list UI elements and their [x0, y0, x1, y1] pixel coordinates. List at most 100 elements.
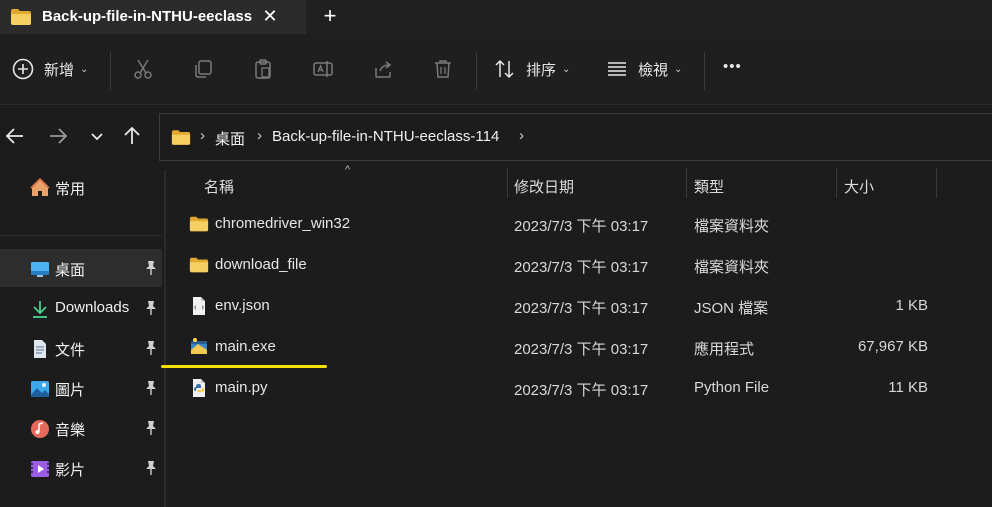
share-icon[interactable]	[372, 58, 394, 80]
file-name: env.json	[215, 297, 270, 314]
navigation-pane: 常用 桌面 Downloads 文件 圖片 音樂 影片	[0, 164, 164, 507]
file-date: 2023/7/3 下午 03:17	[514, 382, 649, 399]
toolbar-divider	[476, 52, 477, 90]
new-tab-button[interactable]: +	[318, 4, 342, 28]
sidebar-item-music[interactable]: 音樂	[0, 409, 162, 447]
pin-icon[interactable]	[144, 300, 158, 316]
python-file-icon	[193, 379, 205, 397]
file-list: ^ 名稱 修改日期 類型 大小 chromedriver_win32 2023/…	[166, 164, 992, 507]
cut-icon[interactable]	[132, 58, 154, 80]
view-button-label: 檢視	[638, 61, 669, 79]
copy-icon[interactable]	[192, 58, 214, 80]
file-row-chromedriver[interactable]: chromedriver_win32 2023/7/3 下午 03:17 檔案資…	[166, 204, 992, 244]
new-button-label: 新增	[44, 61, 75, 79]
desktop-icon	[31, 262, 49, 277]
highlight-underline	[161, 365, 327, 368]
sidebar-item-label: 音樂	[55, 422, 86, 439]
file-type: 應用程式	[694, 341, 755, 358]
new-button[interactable]: 新增 ⌄	[12, 58, 88, 80]
music-icon	[31, 420, 49, 438]
column-divider[interactable]	[836, 168, 837, 198]
pin-icon[interactable]	[144, 340, 158, 356]
file-name: download_file	[215, 256, 307, 273]
sort-button[interactable]: 排序 ⌄	[494, 58, 570, 80]
sidebar-item-label: 圖片	[55, 382, 86, 399]
sidebar-item-label: 常用	[55, 181, 86, 198]
videos-icon	[31, 461, 49, 477]
view-list-icon	[608, 62, 626, 76]
active-tab[interactable]: Back-up-file-in-NTHU-eeclass ✕	[0, 0, 306, 34]
chevron-down-icon: ⌄	[80, 63, 89, 75]
address-bar[interactable]: › 桌面 › Back-up-file-in-NTHU-eeclass-114 …	[159, 113, 992, 161]
sidebar-item-videos[interactable]: 影片	[0, 449, 162, 487]
breadcrumb-chevron-icon[interactable]: ›	[257, 127, 262, 144]
document-icon	[34, 340, 46, 358]
column-divider[interactable]	[936, 168, 937, 198]
tab-bar: Back-up-file-in-NTHU-eeclass ✕ +	[0, 0, 992, 34]
file-date: 2023/7/3 下午 03:17	[514, 300, 649, 317]
up-arrow-icon[interactable]	[121, 125, 143, 147]
file-row-main-exe[interactable]: main.exe 2023/7/3 下午 03:17 應用程式 67,967 K…	[166, 327, 992, 367]
pin-icon[interactable]	[144, 420, 158, 436]
file-row-env-json[interactable]: env.json 2023/7/3 下午 03:17 JSON 檔案 1 KB	[166, 286, 992, 326]
breadcrumb-current-folder[interactable]: Back-up-file-in-NTHU-eeclass-114	[272, 128, 499, 145]
file-type: 檔案資料夾	[694, 218, 770, 235]
pictures-icon	[31, 381, 49, 397]
folder-icon	[189, 216, 209, 232]
file-date: 2023/7/3 下午 03:17	[514, 341, 649, 358]
forward-arrow-icon[interactable]	[47, 125, 69, 147]
file-date: 2023/7/3 下午 03:17	[514, 259, 649, 276]
pin-icon[interactable]	[144, 260, 158, 276]
sidebar-item-desktop[interactable]: 桌面	[0, 249, 162, 287]
column-header-type[interactable]: 類型	[694, 176, 724, 197]
close-tab-icon[interactable]: ✕	[260, 6, 280, 26]
breadcrumb-chevron-icon[interactable]: ›	[200, 127, 205, 144]
column-header-size[interactable]: 大小	[844, 176, 874, 197]
tab-title: Back-up-file-in-NTHU-eeclass	[42, 8, 253, 25]
file-size: 67,967 KB	[857, 338, 928, 355]
breadcrumb-desktop[interactable]: 桌面	[215, 128, 245, 149]
file-size: 1 KB	[895, 297, 928, 314]
view-button[interactable]: 檢視 ⌄	[606, 58, 682, 80]
column-header-name[interactable]: 名稱	[204, 176, 234, 197]
folder-icon	[171, 130, 191, 145]
column-divider[interactable]	[686, 168, 687, 198]
paste-icon[interactable]	[252, 58, 274, 80]
column-header-date[interactable]: 修改日期	[514, 176, 574, 197]
rename-icon[interactable]	[312, 58, 334, 80]
chevron-down-icon: ⌄	[674, 63, 683, 75]
sidebar-item-documents[interactable]: 文件	[0, 329, 162, 367]
chevron-down-icon: ⌄	[562, 63, 571, 75]
sidebar-item-downloads[interactable]: Downloads	[0, 289, 162, 327]
file-date: 2023/7/3 下午 03:17	[514, 218, 649, 235]
pin-icon[interactable]	[144, 460, 158, 476]
navigation-bar: › 桌面 › Back-up-file-in-NTHU-eeclass-114 …	[0, 104, 992, 164]
sidebar-item-home[interactable]: 常用	[0, 168, 162, 206]
sidebar-item-label: Downloads	[55, 299, 130, 316]
file-size: 11 KB	[888, 379, 928, 396]
delete-icon[interactable]	[432, 58, 454, 80]
pin-icon[interactable]	[144, 380, 158, 396]
add-circle-icon	[12, 58, 34, 80]
file-row-download-file[interactable]: download_file 2023/7/3 下午 03:17 檔案資料夾	[166, 245, 992, 285]
recent-locations-icon[interactable]	[86, 125, 108, 147]
more-options-icon[interactable]: •••	[723, 58, 742, 75]
download-icon	[33, 301, 47, 318]
file-name: main.py	[215, 379, 268, 396]
command-bar: 新增 ⌄ 排序 ⌄ 檢視 ⌄ •••	[0, 34, 992, 104]
toolbar-divider	[110, 52, 111, 90]
file-type: 檔案資料夾	[694, 259, 770, 276]
back-arrow-icon[interactable]	[4, 125, 26, 147]
exe-file-icon	[191, 338, 207, 354]
sort-icon	[495, 59, 514, 79]
sort-ascending-icon: ^	[345, 164, 351, 176]
sidebar-item-pictures[interactable]: 圖片	[0, 369, 162, 407]
home-icon	[30, 178, 50, 196]
file-name: main.exe	[215, 338, 276, 355]
breadcrumb-chevron-icon[interactable]: ›	[519, 127, 524, 144]
file-row-main-py[interactable]: main.py 2023/7/3 下午 03:17 Python File 11…	[166, 368, 992, 408]
folder-icon	[189, 257, 209, 273]
column-divider[interactable]	[507, 168, 508, 198]
sort-button-label: 排序	[526, 61, 557, 79]
folder-icon	[11, 9, 31, 25]
